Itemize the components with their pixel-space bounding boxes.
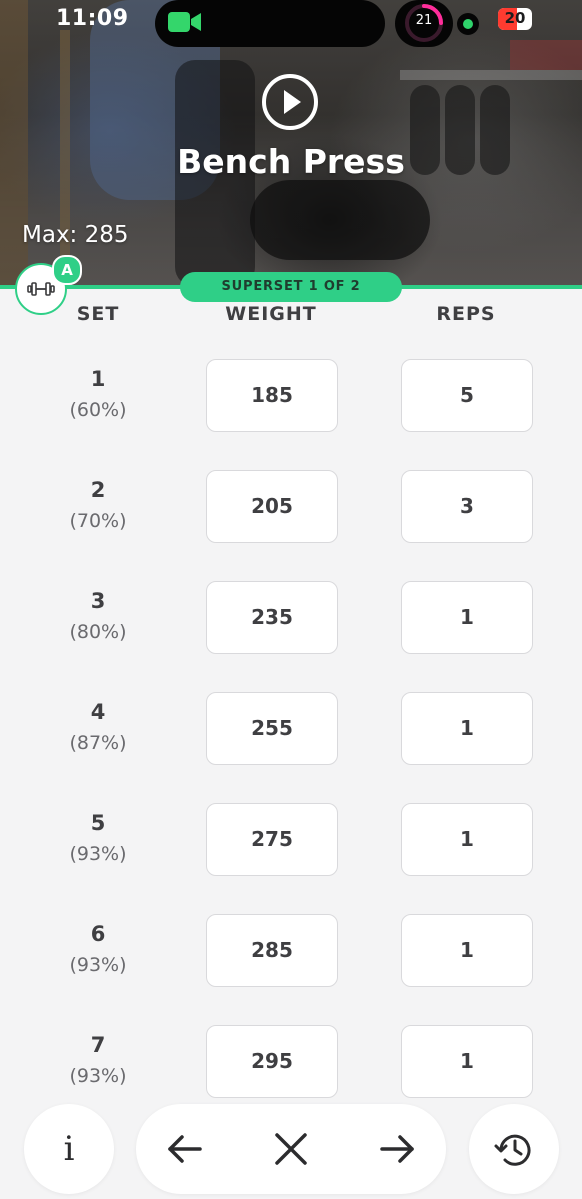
activity-count: 21 [415, 13, 433, 28]
weight-input[interactable]: 235 [206, 581, 338, 654]
set-number: 3 [90, 589, 106, 613]
reps-input[interactable]: 3 [401, 470, 533, 543]
table-row: 2 (70%) 205 3 [0, 470, 582, 581]
play-icon[interactable] [261, 73, 319, 131]
header-weight: WEIGHT [225, 303, 317, 325]
dynamic-island [155, 0, 385, 47]
battery-level: 20 [504, 9, 526, 27]
superset-pill: SUPERSET 1 OF 2 [180, 272, 402, 302]
reps-input[interactable]: 5 [401, 359, 533, 432]
set-percent: (93%) [69, 954, 127, 976]
privacy-indicator [457, 13, 479, 35]
weight-input[interactable]: 205 [206, 470, 338, 543]
table-row: 3 (80%) 235 1 [0, 581, 582, 692]
table-row: 4 (87%) 255 1 [0, 692, 582, 803]
weight-input[interactable]: 285 [206, 914, 338, 987]
video-camera-icon [168, 12, 201, 32]
set-percent: (60%) [69, 399, 127, 421]
max-weight-label: Max: 285 [22, 222, 129, 248]
reps-input[interactable]: 1 [401, 581, 533, 654]
dumbbell-icon [27, 282, 55, 296]
set-number: 1 [90, 367, 106, 391]
set-percent: (93%) [69, 1065, 127, 1087]
header-reps: REPS [436, 303, 496, 325]
set-number: 5 [90, 811, 106, 835]
table-row: 5 (93%) 275 1 [0, 803, 582, 914]
table-row: 6 (93%) 285 1 [0, 914, 582, 1025]
reps-input[interactable]: 1 [401, 1025, 533, 1098]
history-icon [494, 1134, 531, 1166]
activity-ring: 21 [395, 0, 453, 47]
reps-input[interactable]: 1 [401, 914, 533, 987]
exercise-title: Bench Press [177, 142, 405, 181]
info-button[interactable]: i [24, 1104, 114, 1194]
arrow-left-icon[interactable] [164, 1129, 204, 1169]
weight-input[interactable]: 185 [206, 359, 338, 432]
battery-indicator: 20 [498, 8, 532, 30]
workout-nav-bar [136, 1104, 446, 1194]
superset-badge: A [52, 255, 82, 285]
set-number: 2 [90, 478, 106, 502]
status-time: 11:09 [56, 6, 129, 31]
header-set: SET [76, 303, 120, 325]
set-number: 7 [90, 1033, 106, 1057]
table-row: 1 (60%) 185 5 [0, 359, 582, 470]
set-number: 6 [90, 922, 106, 946]
weight-input[interactable]: 255 [206, 692, 338, 765]
close-icon[interactable] [271, 1129, 311, 1169]
set-number: 4 [90, 700, 106, 724]
weight-input[interactable]: 295 [206, 1025, 338, 1098]
set-percent: (80%) [69, 621, 127, 643]
arrow-right-icon[interactable] [378, 1129, 418, 1169]
history-button[interactable] [469, 1104, 559, 1194]
set-percent: (70%) [69, 510, 127, 532]
reps-input[interactable]: 1 [401, 803, 533, 876]
reps-input[interactable]: 1 [401, 692, 533, 765]
set-percent: (87%) [69, 732, 127, 754]
weight-input[interactable]: 275 [206, 803, 338, 876]
set-percent: (93%) [69, 843, 127, 865]
